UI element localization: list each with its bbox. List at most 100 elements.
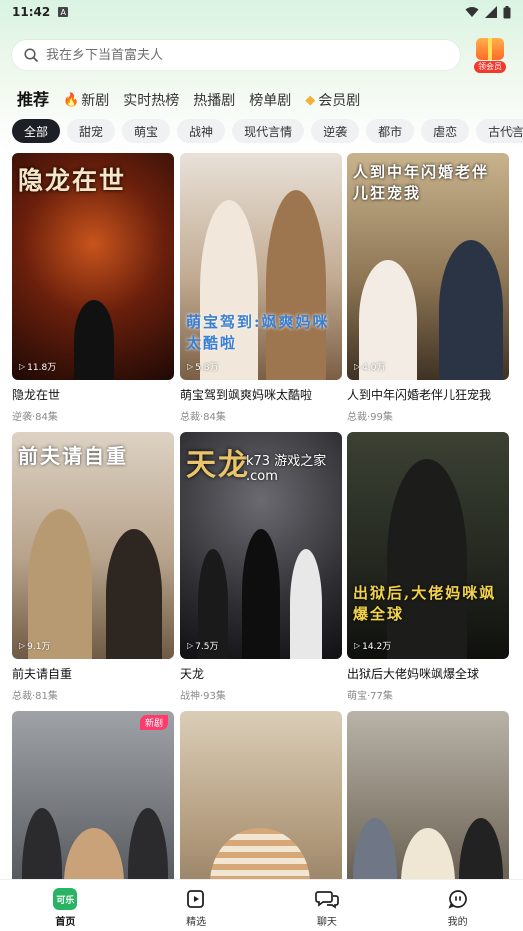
poster-title-art: 前夫请自重 (18, 444, 128, 468)
play-icon: ▷ (187, 362, 194, 371)
notification-icon: A (58, 7, 69, 17)
poster-figure (290, 549, 322, 659)
search-icon (24, 48, 38, 62)
nav-label: 我的 (447, 917, 468, 928)
poster-figure (74, 300, 114, 380)
view-count: ▷ 7.5万 (187, 639, 218, 652)
play-icon: ▷ (354, 362, 361, 371)
view-count-value: 11.8万 (27, 363, 57, 373)
tab-hot-play[interactable]: 热播剧 (193, 90, 235, 110)
drama-card[interactable]: 隐龙在世 ▷ 11.8万 隐龙在世 逆袭·84集 (12, 153, 174, 423)
view-count: ▷ 11.8万 (19, 360, 56, 373)
drama-title: 前夫请自重 (12, 667, 73, 681)
poster-title-art: 人到中年闪婚老伴儿狂宠我 (353, 163, 490, 202)
view-count-value: 7.5万 (195, 642, 219, 652)
nav-label: 首页 (55, 917, 76, 928)
nav-home[interactable]: 可乐 首页 (0, 880, 131, 931)
diamond-icon: ◆ (305, 92, 316, 108)
poster: 出狱后,大佬妈咪飒爆全球 ▷ 14.2万 (347, 432, 509, 659)
chip-comeback[interactable]: 逆袭 (311, 119, 360, 143)
nav-label: 聊天 (316, 917, 337, 928)
drama-meta: 总裁·81集 (12, 691, 58, 702)
search-bar[interactable] (12, 40, 460, 70)
status-time: 11:42 (12, 5, 51, 19)
play-icon: ▷ (354, 641, 361, 650)
home-logo-icon: 可乐 (53, 888, 78, 910)
drama-card[interactable]: 人到中年闪婚老伴儿狂宠我 ▷ 4.0万 人到中年闪婚老伴儿狂宠我 总裁·99集 (347, 153, 509, 423)
profile-icon (448, 890, 467, 909)
tab-label: 会员剧 (318, 93, 361, 109)
fire-icon: 🔥 (63, 92, 80, 108)
view-count: ▷ 14.2万 (354, 639, 391, 652)
gift-icon (476, 38, 504, 60)
chip-tragic-love[interactable]: 虐恋 (421, 119, 470, 143)
drama-title: 天龙 (180, 667, 205, 681)
view-count-value: 5.8万 (195, 363, 219, 373)
view-count: ▷ 9.1万 (19, 639, 50, 652)
tab-new-drama[interactable]: 🔥 新剧 (63, 90, 109, 110)
chip-urban[interactable]: 都市 (366, 119, 415, 143)
drama-meta: 总裁·84集 (180, 412, 226, 423)
poster-title-art: 出狱后,大佬妈咪飒爆全球 (353, 584, 497, 623)
poster-figure (439, 240, 503, 380)
drama-title: 隐龙在世 (12, 388, 61, 402)
chip-modern-romance[interactable]: 现代言情 (232, 119, 305, 143)
poster-figure (200, 200, 258, 380)
play-square-icon (187, 890, 205, 908)
poster: 人到中年闪婚老伴儿狂宠我 ▷ 4.0万 (347, 153, 509, 380)
watermark: k73 游戏之家 .com (246, 454, 327, 484)
view-count-value: 4.0万 (362, 363, 386, 373)
nav-chat[interactable]: 聊天 (262, 880, 393, 931)
poster: 萌宝驾到:飒爽妈咪太酷啦 ▷ 5.8万 (180, 153, 342, 380)
poster-figure (28, 509, 92, 659)
drama-card[interactable]: 前夫请自重 ▷ 9.1万 前夫请自重 总裁·81集 (12, 432, 174, 702)
tab-label: 热播剧 (193, 93, 236, 109)
drama-card[interactable]: 出狱后,大佬妈咪飒爆全球 ▷ 14.2万 出狱后大佬妈咪飒爆全球 萌宝·77集 (347, 432, 509, 702)
drama-meta: 萌宝·77集 (347, 691, 393, 702)
tab-label: 榜单剧 (249, 93, 292, 109)
main-tabs: 推荐 🔥 新剧 实时热榜 热播剧 榜单剧 ◆ 会员剧 (17, 84, 360, 112)
signal-icon (485, 6, 497, 18)
play-icon: ▷ (187, 641, 194, 650)
battery-icon (503, 5, 511, 18)
poster-figure (387, 459, 467, 659)
view-count-value: 9.1万 (27, 642, 51, 652)
drama-title: 萌宝驾到飒爽妈咪太酷啦 (180, 388, 313, 402)
tab-realtime-hot[interactable]: 实时热榜 (123, 90, 179, 110)
poster: 天龙 k73 游戏之家 .com ▷ 7.5万 (180, 432, 342, 659)
tab-member-drama[interactable]: ◆ 会员剧 (305, 90, 360, 110)
view-count: ▷ 4.0万 (354, 360, 385, 373)
tab-label: 实时热榜 (123, 93, 180, 109)
chat-icon (315, 891, 339, 909)
drama-meta: 总裁·99集 (347, 412, 393, 423)
bottom-nav: 可乐 首页 精选 聊天 我的 (0, 879, 523, 931)
poster-title-art: 萌宝驾到:飒爽妈咪太酷啦 (186, 313, 330, 352)
drama-card[interactable]: 天龙 k73 游戏之家 .com ▷ 7.5万 天龙 战神·93集 (180, 432, 342, 702)
member-badge-label: 领会员 (474, 61, 506, 73)
tab-label: 推荐 (17, 90, 50, 109)
chevron-right-icon[interactable]: › (509, 124, 515, 140)
chip-cute-baby[interactable]: 萌宝 (122, 119, 171, 143)
search-row: 领会员 (12, 38, 512, 74)
tab-recommend[interactable]: 推荐 (17, 86, 50, 112)
chip-sweet[interactable]: 甜宠 (67, 119, 116, 143)
member-gift-button[interactable]: 领会员 (470, 38, 510, 74)
chip-ancient[interactable]: 古代言 (476, 119, 523, 143)
search-input[interactable] (46, 47, 426, 63)
nav-profile[interactable]: 我的 (392, 880, 523, 931)
play-icon: ▷ (19, 362, 26, 371)
view-count-value: 14.2万 (362, 642, 392, 652)
chip-war-god[interactable]: 战神 (177, 119, 226, 143)
tab-label: 新剧 (81, 93, 110, 109)
drama-title: 人到中年闪婚老伴儿狂宠我 (347, 388, 492, 402)
poster-title-art: 隐龙在世 (18, 166, 127, 195)
drama-title: 出狱后大佬妈咪飒爆全球 (347, 667, 480, 681)
play-icon: ▷ (19, 641, 26, 650)
poster: 前夫请自重 ▷ 9.1万 (12, 432, 174, 659)
drama-card[interactable]: 萌宝驾到:飒爽妈咪太酷啦 ▷ 5.8万 萌宝驾到飒爽妈咪太酷啦 总裁·84集 (180, 153, 342, 423)
chip-all[interactable]: 全部 (12, 119, 61, 143)
poster: 隐龙在世 ▷ 11.8万 (12, 153, 174, 380)
status-bar: 11:42 A (0, 0, 523, 24)
nav-featured[interactable]: 精选 (131, 880, 262, 931)
tab-ranking[interactable]: 榜单剧 (249, 90, 291, 110)
